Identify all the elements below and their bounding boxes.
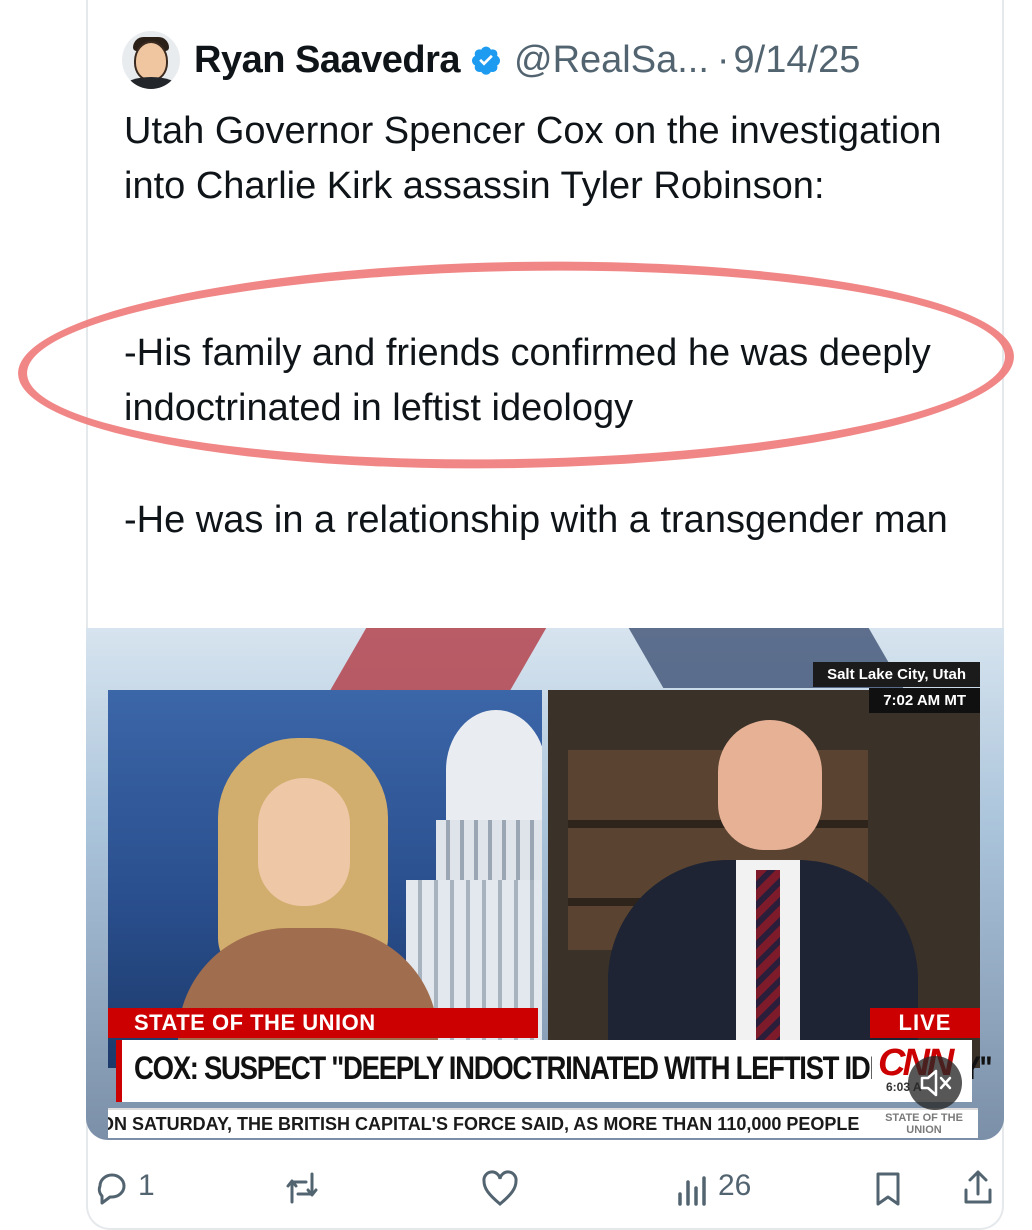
separator-dot: ·	[716, 38, 730, 81]
live-badge: LIVE	[870, 1008, 980, 1038]
embedded-video[interactable]: Salt Lake City, Utah 7:02 AM MT STATE OF…	[86, 628, 1004, 1140]
retweet-icon	[286, 1172, 318, 1204]
ticker-show-label: STATE OF THE UNION	[874, 1112, 974, 1136]
tweet-date[interactable]: 9/14/25	[734, 39, 861, 82]
reply-button[interactable]: 1	[92, 1168, 155, 1208]
bookmark-icon	[876, 1172, 900, 1206]
headline-banner: COX: SUSPECT "DEEPLY INDOCTRINATED WITH …	[116, 1040, 993, 1102]
time-label: 7:02 AM MT	[869, 688, 980, 713]
heart-icon	[482, 1170, 518, 1206]
tweet-header: Ryan Saavedra @RealSa... · 9/14/25	[122, 30, 860, 90]
views-icon	[678, 1176, 706, 1206]
share-button[interactable]	[958, 1168, 998, 1208]
speaker-muted-icon	[920, 1069, 952, 1097]
like-button[interactable]	[480, 1168, 526, 1208]
avatar[interactable]	[122, 31, 180, 89]
tweet-paragraph-3: -He was in a relationship with a transge…	[124, 499, 948, 541]
share-icon	[964, 1170, 992, 1204]
headline-text: COX: SUSPECT "DEEPLY INDOCTRINATED WITH …	[134, 1050, 993, 1086]
mute-button[interactable]	[908, 1056, 962, 1110]
location-label: Salt Lake City, Utah	[813, 662, 980, 687]
reply-icon	[97, 1173, 126, 1205]
author-handle[interactable]: @RealSa...	[514, 39, 709, 82]
reply-count: 1	[138, 1169, 155, 1202]
verified-badge-icon	[472, 46, 500, 75]
show-label: STATE OF THE UNION	[108, 1008, 538, 1038]
tweet-paragraph-1: Utah Governor Spencer Cox on the investi…	[124, 110, 942, 207]
retweet-button[interactable]	[282, 1168, 328, 1208]
views-button[interactable]: 26	[672, 1168, 751, 1208]
bookmark-button[interactable]	[868, 1168, 908, 1208]
capitol-dome-image	[406, 710, 542, 1060]
news-ticker: ON SATURDAY, THE BRITISH CAPITAL'S FORCE…	[108, 1108, 978, 1138]
tweet-actions: 1 26	[0, 1160, 1032, 1206]
views-count: 26	[718, 1169, 752, 1202]
ticker-text: ON SATURDAY, THE BRITISH CAPITAL'S FORCE…	[108, 1114, 860, 1134]
author-name[interactable]: Ryan Saavedra	[194, 39, 461, 82]
